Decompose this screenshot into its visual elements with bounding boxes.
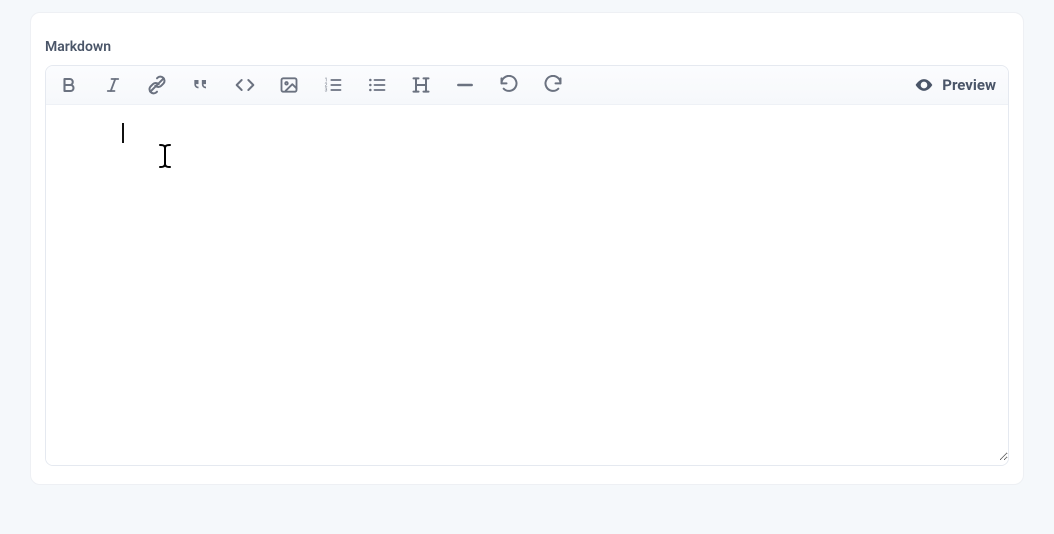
toolbar-left: 123 <box>58 74 564 96</box>
svg-text:3: 3 <box>325 88 328 94</box>
italic-button[interactable] <box>102 74 124 96</box>
caret-icon <box>122 123 124 143</box>
heading-icon <box>411 75 431 95</box>
ordered-list-icon: 123 <box>323 75 343 95</box>
link-button[interactable] <box>146 74 168 96</box>
image-icon <box>279 75 299 95</box>
textarea-wrap <box>46 105 1008 465</box>
code-button[interactable] <box>234 74 256 96</box>
unordered-list-icon <box>367 75 387 95</box>
preview-label: Preview <box>942 76 996 94</box>
undo-icon <box>499 75 519 95</box>
ordered-list-button[interactable]: 123 <box>322 74 344 96</box>
hr-icon <box>455 75 475 95</box>
preview-button[interactable]: Preview <box>914 75 996 95</box>
image-button[interactable] <box>278 74 300 96</box>
hr-button[interactable] <box>454 74 476 96</box>
bold-icon <box>60 76 78 94</box>
field-label: Markdown <box>45 31 1009 65</box>
code-icon <box>235 75 255 95</box>
editor-card: Markdown <box>30 12 1024 485</box>
redo-button[interactable] <box>542 74 564 96</box>
heading-button[interactable] <box>410 74 432 96</box>
bold-button[interactable] <box>58 74 80 96</box>
link-icon <box>147 75 167 95</box>
eye-icon <box>914 75 934 95</box>
undo-button[interactable] <box>498 74 520 96</box>
redo-icon <box>543 75 563 95</box>
quote-button[interactable] <box>190 74 212 96</box>
unordered-list-button[interactable] <box>366 74 388 96</box>
toolbar: 123 Prev <box>46 66 1008 105</box>
italic-icon <box>104 76 122 94</box>
markdown-textarea[interactable] <box>46 105 1008 461</box>
markdown-editor: 123 Prev <box>45 65 1009 466</box>
quote-icon <box>191 75 211 95</box>
